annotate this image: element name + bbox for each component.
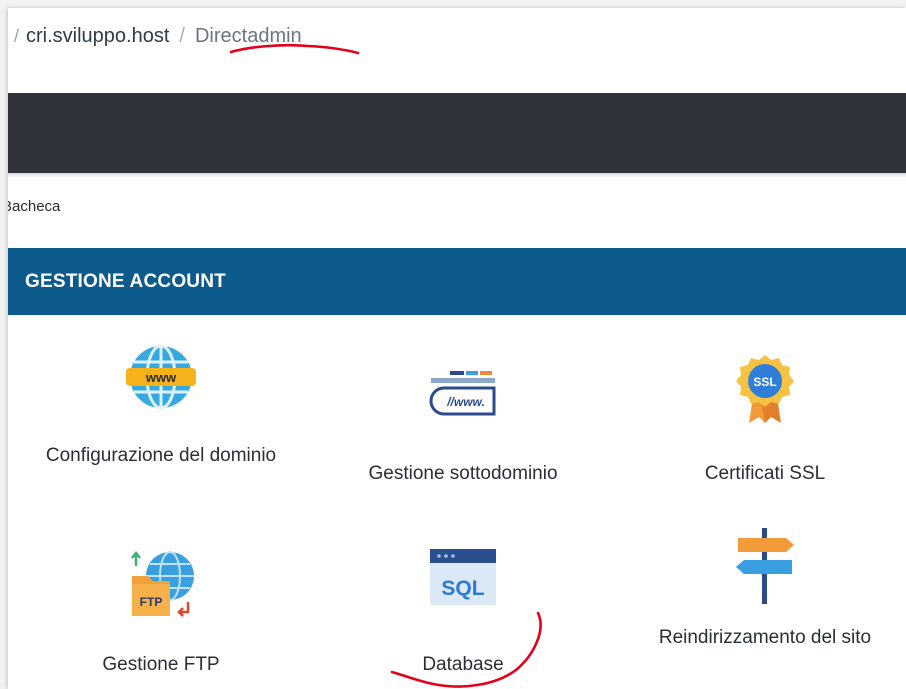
item-label: Database [422,654,504,675]
globe-www-icon: www [126,344,196,410]
item-label: Configurazione del dominio [45,445,277,466]
subdomain-management-item[interactable]: //www. Gestione sottodominio [343,338,583,503]
item-label: Reindirizzamento del sito [658,627,872,648]
top-navigation-bar [8,93,906,173]
site-redirect-item[interactable]: Reindirizzamento del sito [645,528,885,688]
divider [8,173,906,178]
breadcrumb-separator: / [14,25,20,46]
ssl-badge-icon: SSL [736,355,794,423]
ftp-management-item[interactable]: FTP Gestione FTP [41,538,281,688]
main-panel: / cri.sviluppo.host / Directadmin Bachec… [8,8,906,689]
address-bar-www-icon: //www. [429,371,496,416]
svg-text:SQL: SQL [441,577,484,600]
svg-text:SSL: SSL [753,375,776,389]
item-label: Gestione sottodominio [368,463,558,484]
breadcrumb-separator: / [179,24,185,47]
breadcrumb-current: Directadmin [194,24,302,47]
breadcrumb: / cri.sviluppo.host / Directadmin [14,21,302,51]
dashboard-link[interactable]: Bacheca [8,198,60,215]
ssl-certificates-item[interactable]: SSL Certificati SSL [645,338,885,503]
section-title: GESTIONE ACCOUNT [25,270,226,292]
svg-text://www.: //www. [446,395,485,409]
breadcrumb-host-link[interactable]: cri.sviluppo.host [26,25,169,48]
ftp-folder-globe-icon: FTP [131,550,194,617]
item-label: Certificati SSL [704,463,826,484]
svg-text:www: www [145,370,177,385]
item-label: Gestione FTP [102,654,220,675]
section-header[interactable]: GESTIONE ACCOUNT [8,248,906,315]
sql-window-icon: SQL [430,549,496,605]
signpost-icon [736,528,794,604]
database-item[interactable]: SQL Database [343,538,583,688]
domain-configuration-item[interactable]: www Configurazione del dominio [41,338,281,503]
svg-text:FTP: FTP [140,595,163,609]
